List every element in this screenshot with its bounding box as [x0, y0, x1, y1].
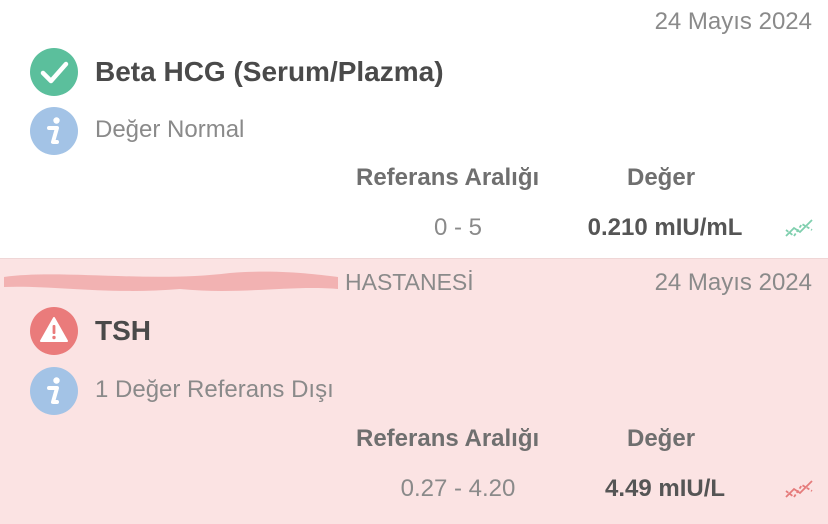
test-name: Beta HCG (Serum/Plazma) — [95, 56, 444, 87]
value-header: Değer — [627, 164, 696, 191]
measured-value: 0.210 mIU/mL — [587, 214, 743, 241]
result-card-beta-hcg[interactable]: 24 Mayıs 2024 Beta HCG (Serum/Plazma) De… — [0, 0, 828, 258]
info-icon — [30, 107, 78, 155]
reference-range-value: 0 - 5 — [433, 214, 483, 241]
result-summary: Değer Normal — [95, 116, 245, 143]
test-name: TSH — [95, 315, 151, 346]
reference-range-header: Referans Aralığı — [356, 425, 540, 452]
value-header: Değer — [627, 425, 696, 452]
trend-chart-icon[interactable] — [784, 477, 816, 501]
info-icon — [30, 367, 78, 415]
result-summary: 1 Değer Referans Dışı — [95, 376, 334, 403]
trend-chart-icon[interactable] — [784, 216, 816, 240]
reference-range-header: Referans Aralığı — [356, 164, 540, 191]
hospital-name: HASTANESİ — [345, 269, 474, 295]
result-date: 24 Mayıs 2024 — [654, 8, 812, 35]
reference-range-value: 0.27 - 4.20 — [400, 475, 516, 502]
warning-icon — [30, 307, 78, 355]
measured-value: 4.49 mIU/L — [604, 475, 726, 502]
redacted-hospital-name — [4, 271, 338, 291]
result-card-tsh[interactable]: HASTANESİ 24 Mayıs 2024 TSH 1 Değer Refe… — [0, 258, 828, 524]
check-icon — [30, 48, 78, 96]
result-date: 24 Mayıs 2024 — [654, 269, 812, 296]
